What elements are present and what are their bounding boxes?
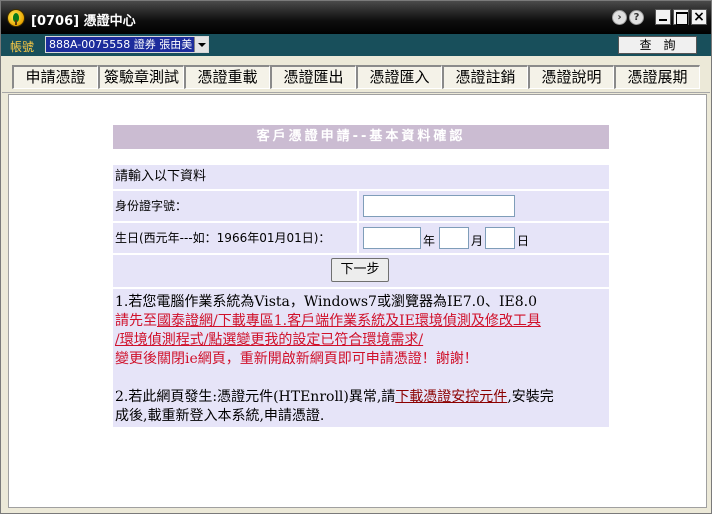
tab-extend-certificate[interactable]: 憑證展期 xyxy=(614,65,700,89)
back-arrow-icon[interactable]: › xyxy=(612,10,627,25)
id-number-input[interactable] xyxy=(363,195,515,217)
birthday-label: 生日(西元年---如：1966年01月01日)： xyxy=(113,223,357,253)
maximize-button[interactable] xyxy=(673,9,689,25)
title-bar[interactable]: [0706] 憑證中心 › ? × xyxy=(1,1,711,34)
next-step-button[interactable]: 下一步 xyxy=(331,258,389,282)
chevron-down-icon[interactable] xyxy=(194,37,208,52)
tab-revoke-certificate[interactable]: 憑證註銷 xyxy=(442,65,528,89)
birth-year-input[interactable] xyxy=(363,227,421,249)
close-button[interactable]: × xyxy=(691,9,707,25)
help-icon[interactable]: ? xyxy=(629,10,644,25)
application-form: 請輸入以下資料 身份證字號： 生日(西元年---如：1966年01月01日)： … xyxy=(113,165,609,427)
button-row: 下一步 xyxy=(113,255,609,287)
notice-line-3[interactable]: /環境偵測程式/點選變更我的設定已符合環境需求/ xyxy=(115,331,607,350)
account-select[interactable]: 888A-0075558 證券 張由美 xyxy=(45,36,209,53)
notice-line-2-prefix: 請先至 xyxy=(115,313,157,329)
tab-apply-certificate[interactable]: 申請憑證 xyxy=(12,65,98,89)
main-content: 客戶憑證申請--基本資料確認 請輸入以下資料 身份證字號： 生日(西元年---如… xyxy=(8,94,707,508)
download-area-link[interactable]: 國泰證網/下載專區1.客戶端作業系統及IE環境偵測及修改工具 xyxy=(157,313,541,329)
id-label: 身份證字號： xyxy=(113,191,357,221)
tab-certificate-help[interactable]: 憑證說明 xyxy=(528,65,614,89)
notice-line-1: 1.若您電腦作業系統為Vista，Windows7或瀏覽器為IE7.0、IE8.… xyxy=(115,294,537,310)
form-title: 客戶憑證申請--基本資料確認 xyxy=(113,125,609,149)
minimize-button[interactable] xyxy=(655,9,671,25)
tab-reload-certificate[interactable]: 憑證重載 xyxy=(184,65,270,89)
birth-day-input[interactable] xyxy=(485,227,515,249)
tab-bar: 申請憑證 簽驗章測試 憑證重載 憑證匯出 憑證匯入 憑證註銷 憑證說明 憑證展期 xyxy=(2,57,710,93)
app-window: [0706] 憑證中心 › ? × 帳號 888A-0075558 證券 張由美… xyxy=(0,0,712,514)
account-label: 帳號 xyxy=(10,40,35,54)
month-unit-label: 月 xyxy=(471,234,484,248)
download-security-component-link[interactable]: 下載憑證安控元件 xyxy=(395,389,507,405)
birthday-row: 生日(西元年---如：1966年01月01日)： 年 月 日 xyxy=(113,223,609,253)
tab-import-certificate[interactable]: 憑證匯入 xyxy=(356,65,442,89)
window-title: [0706] 憑證中心 xyxy=(31,14,136,29)
notice-line-5-prefix: 2.若此網頁發生:憑證元件(HTEnroll)異常,請 xyxy=(115,389,396,405)
query-button[interactable]: 查詢 xyxy=(618,36,697,54)
id-row: 身份證字號： xyxy=(113,191,609,221)
notice-line-5-suffix: ,安裝完 xyxy=(507,389,554,405)
account-bar: 帳號 888A-0075558 證券 張由美 查詢 xyxy=(1,34,711,56)
birth-month-input[interactable] xyxy=(439,227,469,249)
form-prompt: 請輸入以下資料 xyxy=(113,165,609,189)
tab-signature-test[interactable]: 簽驗章測試 xyxy=(98,65,184,89)
notice-line-4: 變更後關閉ie網頁，重新開啟新網頁即可申請憑證！謝謝！ xyxy=(115,351,478,367)
account-select-value: 888A-0075558 證券 張由美 xyxy=(49,38,193,51)
day-unit-label: 日 xyxy=(517,234,530,248)
app-logo-icon xyxy=(7,9,25,27)
notice-box: 1.若您電腦作業系統為Vista，Windows7或瀏覽器為IE7.0、IE8.… xyxy=(113,289,609,427)
year-unit-label: 年 xyxy=(423,234,436,248)
notice-line-6: 成後,載重新登入本系統,申請憑證. xyxy=(115,408,325,424)
tab-export-certificate[interactable]: 憑證匯出 xyxy=(270,65,356,89)
